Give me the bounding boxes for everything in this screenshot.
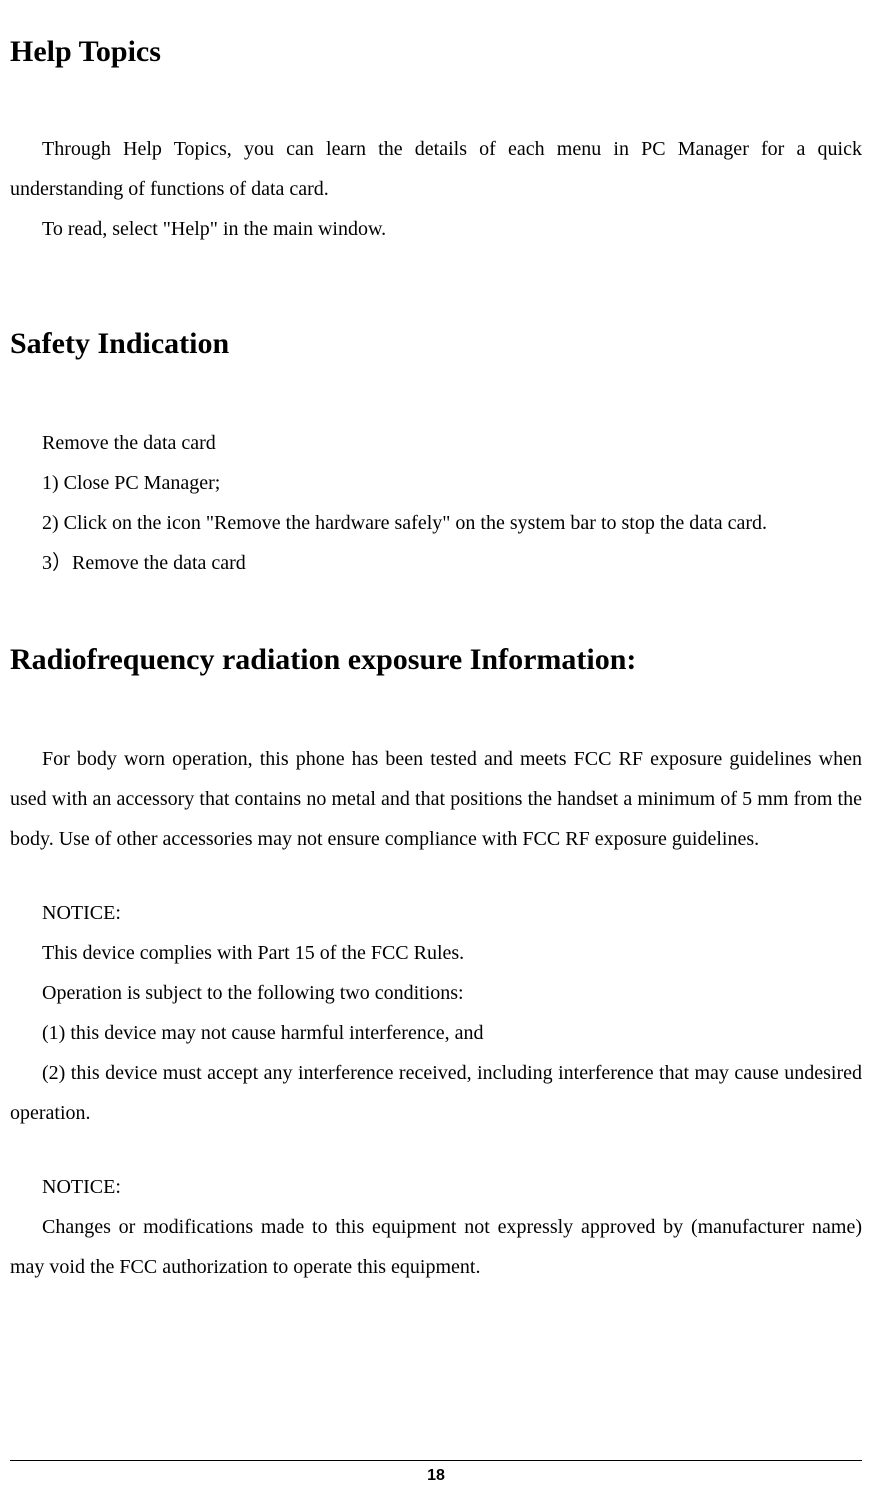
help-topics-paragraph-2: To read, select "Help" in the main windo…: [10, 209, 862, 249]
notice-1-line-4: (2) this device must accept any interfer…: [10, 1053, 862, 1133]
notice-1-line-2: Operation is subject to the following tw…: [10, 973, 862, 1013]
help-topics-paragraph-1: Through Help Topics, you can learn the d…: [10, 129, 862, 209]
notice-2-label: NOTICE:: [10, 1167, 862, 1207]
page-number: 18: [427, 1467, 445, 1484]
safety-line-3: 2) Click on the icon "Remove the hardwar…: [10, 503, 862, 543]
safety-line-2: 1) Close PC Manager;: [10, 463, 862, 503]
notice-2-paragraph: Changes or modifications made to this eq…: [10, 1207, 862, 1287]
notice-1-line-3: (1) this device may not cause harmful in…: [10, 1013, 862, 1053]
heading-safety-indication: Safety Indication: [10, 327, 862, 361]
rf-paragraph-1: For body worn operation, this phone has …: [10, 739, 862, 859]
safety-line-1: Remove the data card: [10, 423, 862, 463]
safety-line-4: 3）Remove the data card: [10, 543, 862, 583]
heading-radiofrequency: Radiofrequency radiation exposure Inform…: [10, 643, 862, 677]
notice-1-label: NOTICE:: [10, 893, 862, 933]
notice-1-line-1: This device complies with Part 15 of the…: [10, 933, 862, 973]
heading-help-topics: Help Topics: [10, 35, 862, 69]
page-footer: 18: [10, 1460, 862, 1485]
